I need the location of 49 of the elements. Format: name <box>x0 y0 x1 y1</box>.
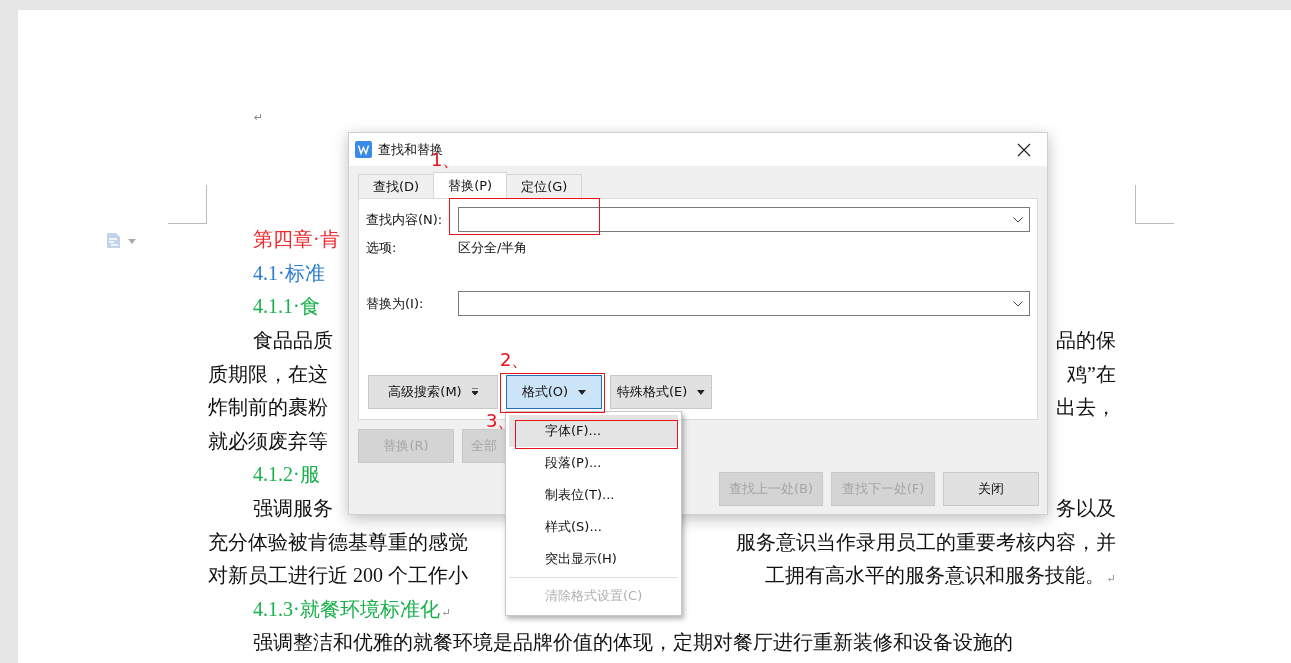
crop-mark <box>1135 185 1174 224</box>
document-text: 服务意识当作录用员工的重要考核内容，并 <box>736 529 1116 555</box>
document-text: 就必须废弃等 <box>208 428 328 454</box>
menu-item[interactable]: 突出显示(H) <box>509 543 678 575</box>
dropdown-button[interactable]: 高级搜索(M) <box>368 375 498 409</box>
caret-icon <box>697 389 705 395</box>
tab[interactable]: 替换(P) <box>433 172 508 199</box>
caret-icon <box>471 387 478 397</box>
document-text: 食品品质 <box>252 328 333 354</box>
document-text: 充分体验被肯德基尊重的感觉 <box>208 529 468 555</box>
chevron-icon <box>1013 300 1023 307</box>
field-label: 替换为(I): <box>366 294 425 313</box>
field-label: 查找内容(N): <box>366 210 444 229</box>
document-text: 务以及 <box>1056 496 1116 522</box>
options-value: 区分全/半角 <box>458 239 528 257</box>
menu-item[interactable]: 字体(F)... <box>509 415 678 447</box>
step-number: 2、 <box>500 350 530 370</box>
tab[interactable]: 定位(G) <box>506 174 583 198</box>
document-text: 4.1·标准 <box>252 260 325 286</box>
tab[interactable]: 查找(D) <box>358 174 435 198</box>
document-text: 工拥有高水平的服务意识和服务技能。↵ <box>764 563 1116 589</box>
close-icon[interactable] <box>1017 142 1031 157</box>
replace-field[interactable] <box>458 291 1030 316</box>
dialog-button[interactable]: 关闭 <box>943 472 1039 506</box>
caret-icon[interactable] <box>128 239 136 244</box>
menu-item[interactable]: 段落(P)... <box>509 447 678 479</box>
app-logo-icon <box>355 141 372 158</box>
find-field[interactable] <box>458 207 1030 232</box>
crop-mark <box>168 185 207 224</box>
field-label: 选项: <box>366 239 398 257</box>
document-text: 出去， <box>1056 395 1116 421</box>
dropdown-button[interactable]: 格式(O) <box>506 375 602 409</box>
document-text: 强调整洁和优雅的就餐环境是品牌价值的体现，定期对餐厅进行重新装修和设备设施的 <box>252 630 1013 656</box>
document-text: 质期限，在这 <box>208 361 328 387</box>
document-text: 品的保 <box>1056 328 1116 354</box>
document-text: 强调服务 <box>252 496 333 522</box>
document-text: 4.1.2·服 <box>252 462 320 488</box>
document-text: 4.1.1·食 <box>252 294 320 320</box>
paragraph-mark: ↵ <box>254 110 264 126</box>
document-text: 对新员工进行近 200 个工作小 <box>208 563 468 589</box>
caret-icon <box>578 389 587 395</box>
document-text: 炸制前的裹粉 <box>208 395 328 421</box>
menu-item[interactable]: 制表位(T)... <box>509 479 678 511</box>
dropdown-button[interactable]: 特殊格式(E) <box>610 375 712 409</box>
document-text: 第四章·肯 <box>252 227 340 253</box>
chevron-icon <box>1013 216 1023 223</box>
document-text: 鸡”在 <box>1067 361 1116 387</box>
menu-item[interactable]: 样式(S)... <box>509 511 678 543</box>
document-text: 4.1.3·就餐环境标准化↵ <box>252 596 451 622</box>
